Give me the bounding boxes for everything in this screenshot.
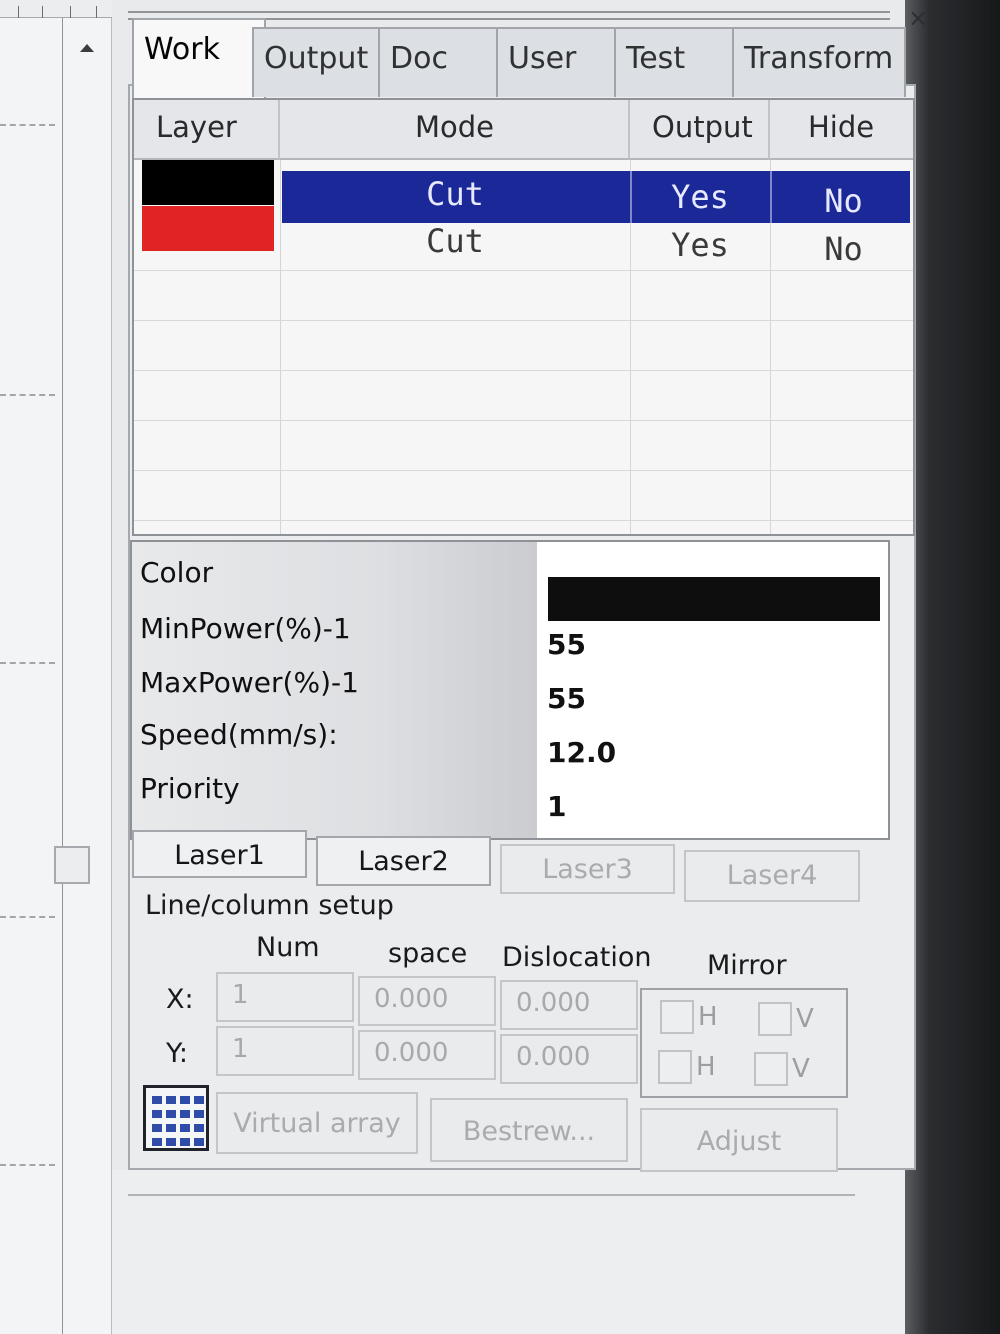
layer-mode-cell[interactable]: Cut	[280, 175, 630, 213]
color-value-swatch[interactable]	[548, 577, 880, 621]
dislocation-column-label: Dislocation	[502, 942, 652, 973]
mirror-label: Mirror	[707, 950, 787, 981]
y-row-label: Y:	[166, 1038, 189, 1069]
mirror-y-h-label: H	[696, 1052, 716, 1082]
mirror-x-h-checkbox[interactable]	[660, 1000, 694, 1034]
grid-line	[134, 320, 913, 321]
y-dislocation-field[interactable]: 0.000	[500, 1034, 638, 1084]
y-space-field[interactable]: 0.000	[358, 1030, 496, 1080]
priority-value[interactable]: 1	[547, 790, 566, 823]
layer-hide-cell[interactable]: No	[770, 230, 913, 268]
grid-line	[134, 370, 913, 371]
max-power-label: MaxPower(%)-1	[140, 666, 359, 699]
color-label: Color	[140, 556, 214, 589]
speed-value[interactable]: 12.0	[547, 736, 616, 769]
mirror-y-v-checkbox[interactable]	[754, 1052, 788, 1086]
space-column-label: space	[388, 938, 468, 969]
tab-user[interactable]: User	[496, 27, 626, 97]
canvas-dash-mark	[0, 394, 55, 396]
x-space-field[interactable]: 0.000	[358, 976, 496, 1026]
virtual-array-button[interactable]: Virtual array	[216, 1092, 418, 1154]
grid-line	[280, 160, 281, 534]
max-power-value[interactable]: 55	[547, 682, 586, 715]
mirror-x-v-label: V	[796, 1004, 814, 1034]
grid-line	[134, 520, 913, 521]
min-power-value[interactable]: 55	[547, 628, 586, 661]
scroll-up-arrow-icon[interactable]	[80, 44, 94, 52]
column-header-output[interactable]: Output	[630, 100, 770, 160]
y-num-field[interactable]: 1	[216, 1026, 354, 1076]
mirror-group: H V H V	[640, 988, 848, 1098]
priority-label: Priority	[140, 772, 240, 805]
mirror-y-h-checkbox[interactable]	[658, 1050, 692, 1084]
canvas-dash-mark	[0, 1164, 55, 1166]
layer-color-red[interactable]	[142, 206, 274, 251]
column-header-layer[interactable]: Layer	[134, 100, 280, 160]
layer-output-cell[interactable]: Yes	[630, 226, 770, 264]
tab-work[interactable]: Work	[132, 18, 266, 100]
column-header-mode[interactable]: Mode	[280, 100, 630, 160]
mirror-x-v-checkbox[interactable]	[758, 1002, 792, 1036]
array-grid-icon[interactable]	[143, 1085, 209, 1151]
grid-line	[134, 470, 913, 471]
layer-mode-cell[interactable]: Cut	[280, 222, 630, 260]
layer-color-black[interactable]	[142, 160, 274, 205]
screen-bezel	[905, 0, 1000, 1334]
horizontal-ruler	[0, 0, 112, 18]
layer-hide-cell[interactable]: No	[770, 182, 913, 220]
laser2-button[interactable]: Laser2	[316, 836, 491, 886]
layer-properties-grid[interactable]: Color MinPower(%)-1 55 MaxPower(%)-1 55 …	[130, 540, 890, 840]
line-column-setup-title: Line/column setup	[145, 890, 394, 921]
x-num-field[interactable]: 1	[216, 972, 354, 1022]
laser1-button[interactable]: Laser1	[132, 830, 307, 878]
x-dislocation-field[interactable]: 0.000	[500, 980, 638, 1030]
tab-doc[interactable]: Doc	[378, 27, 508, 97]
column-header-hide[interactable]: Hide	[770, 100, 913, 160]
tab-test[interactable]: Test	[614, 27, 744, 97]
tab-output[interactable]: Output	[252, 27, 390, 97]
laser4-button[interactable]: Laser4	[684, 850, 860, 902]
num-column-label: Num	[256, 932, 320, 963]
canvas-dash-mark	[0, 662, 55, 664]
close-icon[interactable]: ×	[908, 4, 928, 32]
design-canvas[interactable]	[0, 0, 112, 1334]
mirror-x-h-label: H	[698, 1002, 718, 1032]
canvas-dash-mark	[0, 916, 55, 918]
canvas-dash-mark	[0, 124, 55, 126]
bestrew-button[interactable]: Bestrew...	[430, 1098, 628, 1162]
panel-footer-area	[112, 1170, 905, 1334]
tab-transform[interactable]: Transform	[732, 27, 906, 97]
layer-table[interactable]: Layer Mode Output Hide Cut Yes No Cut Ye…	[132, 98, 915, 536]
adjust-button[interactable]: Adjust	[640, 1108, 838, 1172]
grid-line	[134, 270, 913, 271]
laser3-button[interactable]: Laser3	[500, 844, 675, 894]
speed-label: Speed(mm/s):	[140, 718, 338, 751]
mirror-y-v-label: V	[792, 1054, 810, 1084]
grid-line	[134, 420, 913, 421]
min-power-label: MinPower(%)-1	[140, 612, 351, 645]
canvas-guide-line	[62, 18, 63, 1334]
x-row-label: X:	[166, 984, 194, 1015]
side-checkbox[interactable]	[54, 846, 90, 884]
layer-output-cell[interactable]: Yes	[630, 178, 770, 216]
